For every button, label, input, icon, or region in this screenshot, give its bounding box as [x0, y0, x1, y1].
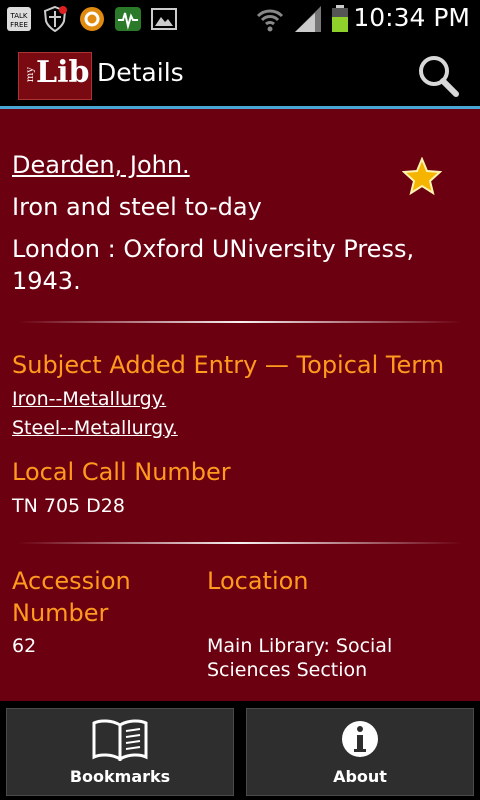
- subject-heading: Subject Added Entry — Topical Term: [12, 351, 445, 379]
- activity-icon: [115, 7, 141, 31]
- section-divider: [18, 542, 462, 544]
- mylib-logo[interactable]: my Lib: [18, 52, 92, 100]
- book-icon: [92, 719, 148, 761]
- status-bar: TALK FREE 10:34 PM: [0, 0, 480, 38]
- info-icon: [342, 721, 378, 757]
- circle-app-icon: [80, 7, 104, 31]
- accession-heading: Accession Number: [12, 567, 131, 627]
- bookmark-star-icon[interactable]: [402, 157, 442, 195]
- about-label: About: [333, 767, 387, 786]
- about-tab[interactable]: About: [246, 708, 474, 796]
- logo-my-text: my: [25, 66, 37, 83]
- call-number-value: TN 705 D28: [12, 495, 125, 517]
- talk-free-icon: TALK FREE: [7, 7, 31, 31]
- author-link[interactable]: Dearden, John.: [12, 151, 190, 179]
- logo-lib-text: Lib: [36, 55, 90, 90]
- section-divider: [18, 321, 462, 323]
- clock: 10:34 PM: [353, 3, 470, 32]
- subject-term-link[interactable]: Steel--Metallurgy.: [12, 417, 178, 439]
- call-number-heading: Local Call Number: [12, 458, 231, 486]
- details-panel: Dearden, John. Iron and steel to-day Lon…: [0, 109, 480, 701]
- location-heading: Location: [207, 567, 309, 595]
- signal-icon: [295, 6, 321, 32]
- battery-icon: [332, 5, 348, 32]
- shield-icon: [43, 5, 67, 33]
- search-icon[interactable]: [412, 53, 462, 97]
- svg-text:TALK: TALK: [9, 12, 27, 20]
- book-title: Iron and steel to-day: [12, 193, 262, 221]
- page-title: Details: [97, 58, 184, 87]
- wifi-icon: [256, 9, 284, 32]
- gallery-icon: [151, 8, 177, 30]
- bookmarks-label: Bookmarks: [69, 767, 171, 786]
- publisher-info: London : Oxford UNiversity Press, 1943.: [12, 235, 415, 295]
- bookmarks-tab[interactable]: Bookmarks: [6, 708, 234, 796]
- svg-text:FREE: FREE: [10, 21, 28, 29]
- accession-value: 62: [12, 635, 37, 657]
- location-value: Main Library: Social Sciences Section: [207, 635, 393, 681]
- subject-term-link[interactable]: Iron--Metallurgy.: [12, 388, 166, 410]
